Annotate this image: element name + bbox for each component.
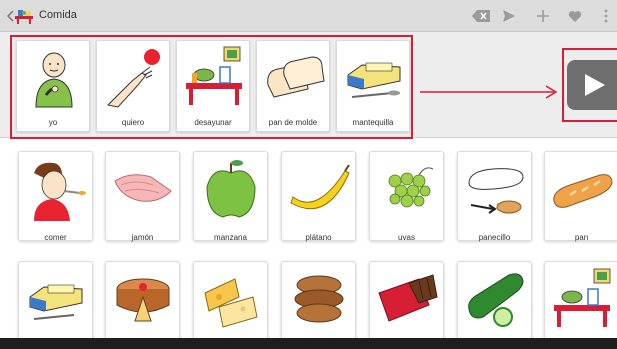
- baguette-icon: [553, 174, 613, 208]
- app-window: Comida yo quiero desayunar pan de molde …: [0, 0, 617, 349]
- heart-icon: [568, 10, 582, 22]
- grid-item-cucumber[interactable]: [457, 261, 532, 349]
- add-button[interactable]: [530, 6, 556, 26]
- grid-item-manzana[interactable]: manzana: [193, 151, 268, 242]
- hand-reaching-ball-icon: [106, 49, 160, 108]
- sentence-item-label: desayunar: [194, 118, 232, 127]
- grid-item-jamon[interactable]: jamón: [105, 151, 180, 242]
- sentence-item-yo[interactable]: yo: [16, 40, 90, 132]
- grid-item-butter[interactable]: [18, 261, 93, 349]
- banana-icon: [290, 164, 350, 210]
- sliced-bread-icon: [267, 56, 325, 98]
- grid-item-pan[interactable]: pan: [544, 151, 617, 242]
- grid-item-cheese[interactable]: [193, 261, 268, 349]
- sentence-item-pan-de-molde[interactable]: pan de molde: [256, 40, 330, 132]
- grid-item-label: plátano: [305, 233, 332, 242]
- breakfast-table-icon: [554, 268, 611, 327]
- cheese-icon: [204, 278, 258, 328]
- top-bar: Comida: [0, 0, 617, 32]
- person-pointing-self-icon: [35, 52, 73, 108]
- sentence-item-label: yo: [48, 118, 58, 127]
- grid-item-label: manzana: [214, 233, 247, 242]
- grid-item-label: panecillo: [478, 233, 511, 242]
- grid-item-cookies[interactable]: [281, 261, 356, 349]
- grid-item-label: comer: [44, 233, 67, 242]
- sentence-item-quiero[interactable]: quiero: [96, 40, 170, 132]
- favorite-button[interactable]: [562, 6, 588, 26]
- grid-item-breakfast[interactable]: [544, 261, 617, 349]
- breakfast-table-icon: [186, 46, 242, 105]
- cookies-icon: [294, 275, 344, 323]
- ham-icon: [114, 174, 172, 202]
- grid-item-chocolate[interactable]: [369, 261, 444, 349]
- grid-item-comer[interactable]: comer: [18, 151, 93, 242]
- app-title: Comida: [39, 9, 77, 21]
- more-vert-icon: [604, 9, 608, 23]
- food-category-icon: [15, 10, 33, 24]
- apple-icon: [206, 160, 256, 218]
- grid-item-label: uvas: [398, 233, 415, 242]
- butter-icon: [29, 284, 83, 320]
- play-icon: [585, 74, 605, 96]
- menu-button[interactable]: [597, 6, 615, 26]
- grid-item-uvas[interactable]: uvas: [369, 151, 444, 242]
- plus-icon: [537, 10, 549, 22]
- sentence-item-desayunar[interactable]: desayunar: [176, 40, 250, 132]
- person-eating-icon: [34, 162, 86, 221]
- sentence-item-label: pan de molde: [268, 118, 318, 127]
- grid-item-label: pan: [574, 233, 589, 242]
- grid-item-panecillo[interactable]: panecillo: [457, 151, 532, 242]
- send-icon: [503, 10, 515, 22]
- sentence-item-label: quiero: [121, 118, 145, 127]
- speak-button[interactable]: [567, 60, 617, 110]
- grid-item-label: jamón: [131, 233, 154, 242]
- butter-icon: [347, 62, 401, 98]
- grid-item-platano[interactable]: plátano: [281, 151, 356, 242]
- grid-item-cake[interactable]: [105, 261, 180, 349]
- sentence-item-mantequilla[interactable]: mantequilla: [336, 40, 410, 132]
- send-button[interactable]: [496, 6, 522, 26]
- chocolate-icon: [378, 274, 438, 322]
- arrow-right-icon: [420, 85, 558, 99]
- backspace-button[interactable]: [468, 6, 494, 26]
- sentence-item-label: mantequilla: [352, 118, 394, 127]
- grapes-icon: [388, 167, 434, 208]
- backspace-icon: [472, 10, 490, 22]
- navigation-bar: [0, 338, 617, 349]
- cake-icon: [116, 278, 170, 322]
- cucumber-icon: [468, 273, 524, 327]
- bread-roll-icon: [468, 168, 524, 214]
